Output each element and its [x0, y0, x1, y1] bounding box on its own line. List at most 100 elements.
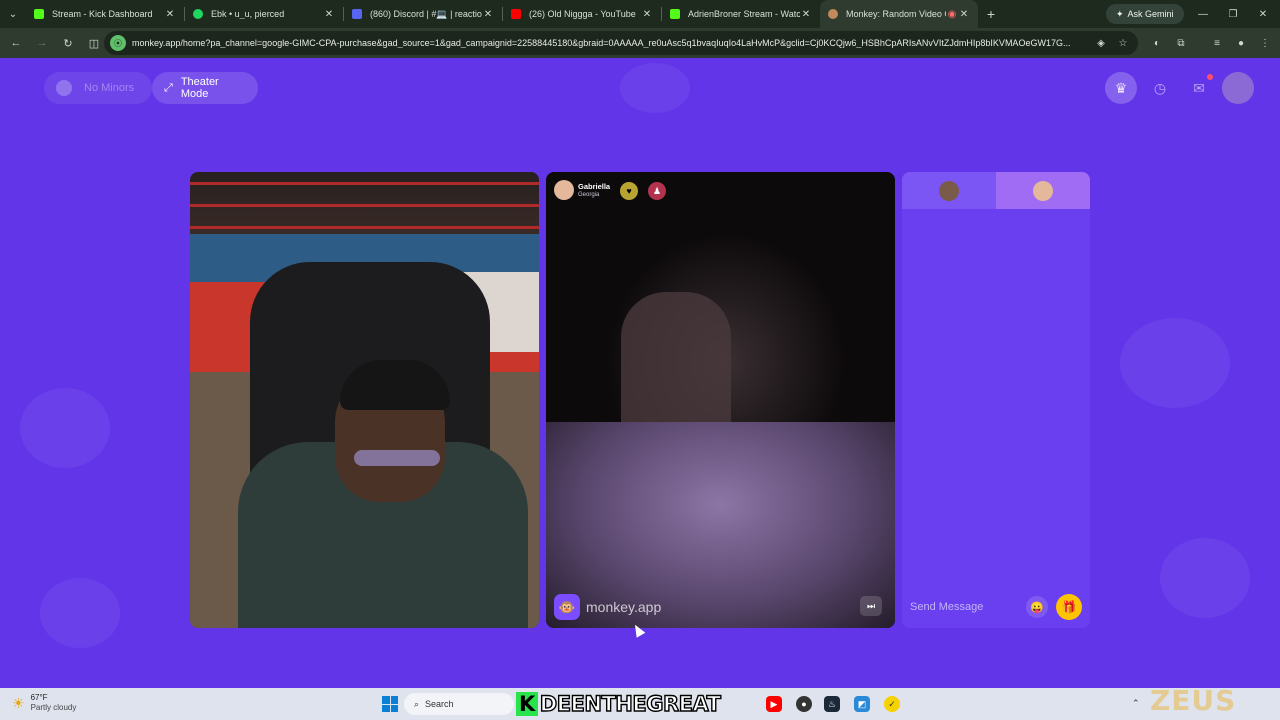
partly-cloudy-icon: ☀ — [12, 694, 25, 711]
kick-k-icon: K — [516, 692, 538, 716]
tab-youtube[interactable]: (26) Old Niggga - YouTube ✕ — [503, 0, 661, 28]
tab-monkey[interactable]: Monkey: Random Video Ch ◉ ✕ — [820, 0, 978, 28]
steam-taskbar-icon[interactable]: ♨ — [824, 696, 840, 712]
close-icon[interactable]: ✕ — [800, 9, 812, 20]
ask-gemini-label: Ask Gemini — [1127, 9, 1174, 19]
emoji-icon[interactable]: 😛 — [1026, 596, 1048, 618]
skip-icon[interactable]: ⏭ — [860, 596, 882, 616]
new-tab-icon[interactable]: + — [978, 6, 1004, 22]
remote-user-avatar — [554, 180, 574, 200]
tab-title: Ebk • u_u, pierced — [211, 9, 285, 19]
site-info-icon[interactable]: ⦿ — [110, 35, 126, 51]
weather-widget[interactable]: ☀ 67°F Partly cloudy — [12, 693, 76, 713]
history-icon[interactable]: ◷ — [1144, 72, 1176, 104]
youtube-icon — [511, 9, 521, 19]
menu-icon[interactable]: ⋮ — [1258, 36, 1272, 50]
profile-avatar[interactable] — [1222, 72, 1254, 104]
no-minors-icon — [56, 80, 72, 96]
obs-taskbar-icon[interactable]: ● — [796, 696, 812, 712]
crown-icon[interactable]: ♛ — [1105, 72, 1137, 104]
gift-icon[interactable]: 🎁 — [1056, 594, 1082, 620]
streamer-name: DEENTHEGREAT — [539, 691, 722, 716]
chat-icon[interactable]: ✉ — [1183, 72, 1215, 104]
window-close-icon[interactable]: ✕ — [1246, 0, 1280, 28]
ask-gemini-button[interactable]: ✦ Ask Gemini — [1106, 4, 1184, 24]
send-message-input[interactable] — [910, 601, 1024, 613]
monkey-brand: 🐵 monkey.app — [554, 594, 661, 620]
chat-input-bar: 😛 🎁 — [902, 586, 1090, 628]
reload-icon[interactable]: ↻ — [56, 31, 80, 55]
remote-user-tag[interactable]: Gabriella Georgia — [554, 180, 610, 200]
profile-badge-icon: ♟ — [648, 182, 666, 200]
sidebar-icon[interactable]: ◫ — [82, 31, 106, 55]
no-minors-toggle[interactable]: No Minors — [44, 72, 152, 104]
tab-spotify[interactable]: Ebk • u_u, pierced ✕ — [185, 0, 343, 28]
background-pattern — [40, 578, 120, 648]
extensions-icon[interactable]: ⧉ — [1174, 36, 1188, 50]
chat-panel: 😛 🎁 — [902, 172, 1090, 628]
search-icon: ⌕ — [414, 698, 420, 709]
url-text[interactable]: monkey.app/home?pa_channel=google-GIMC-C… — [132, 38, 1092, 48]
background-pattern — [1160, 538, 1250, 618]
youtube-taskbar-icon[interactable]: ▶ — [766, 696, 782, 712]
forward-icon[interactable]: → — [30, 31, 54, 55]
monkey-logo-icon: 🐵 — [554, 594, 580, 620]
close-icon[interactable]: ✕ — [164, 9, 176, 20]
remote-user-location: Georgia — [578, 191, 600, 198]
tab-title: (26) Old Niggga - YouTube — [529, 9, 636, 19]
self-avatar — [939, 180, 959, 201]
app-taskbar-icon[interactable]: ◩ — [854, 696, 870, 712]
minimize-icon[interactable]: — — [1186, 0, 1220, 28]
kick-icon — [670, 9, 680, 19]
browser-tab-bar: ⌄ Stream - Kick Dashboard ✕ Ebk • u_u, p… — [0, 0, 1280, 28]
brand-text: monkey.app — [586, 599, 662, 615]
remote-camera-feed: Gabriella Georgia ♥ ♟ 🐵 monkey.app ⏭ — [546, 172, 895, 628]
close-icon[interactable]: ✕ — [482, 9, 494, 20]
tab-search-chevron-icon[interactable]: ⌄ — [0, 0, 26, 28]
tray-chevron-icon[interactable]: ⌃ — [1132, 698, 1140, 709]
tab-title: AdrienBroner Stream - Watch L — [688, 9, 800, 19]
profile-extension-icon[interactable]: ◐ — [1150, 36, 1164, 50]
weather-temperature: 67°F — [30, 693, 48, 702]
streamer-overlay: K DEENTHEGREAT — [516, 691, 722, 717]
star-icon[interactable]: ☆ — [1116, 36, 1130, 50]
theater-mode-label: Theater Mode — [180, 76, 219, 100]
chat-tab-partner[interactable] — [996, 172, 1090, 209]
ring-rope — [190, 226, 539, 229]
back-icon[interactable]: ← — [4, 31, 28, 55]
close-icon[interactable]: ✕ — [958, 9, 970, 20]
tab-title: (860) Discord | #💻 | reactions — [370, 8, 482, 19]
media-control-icon[interactable]: ≡ — [1210, 36, 1224, 50]
chat-tab-self[interactable] — [902, 172, 996, 209]
discord-icon — [352, 9, 362, 19]
theater-mode-button[interactable]: ⤢ Theater Mode — [152, 72, 258, 104]
partner-avatar — [1033, 180, 1053, 201]
norton-taskbar-icon[interactable]: ✓ — [884, 696, 900, 712]
background-pattern — [1120, 318, 1230, 408]
heart-badge-icon: ♥ — [620, 182, 638, 200]
background-pattern — [620, 63, 690, 113]
address-bar[interactable]: ⦿ monkey.app/home?pa_channel=google-GIMC… — [104, 31, 1138, 55]
tab-kick-dashboard[interactable]: Stream - Kick Dashboard ✕ — [26, 0, 184, 28]
tab-discord[interactable]: (860) Discord | #💻 | reactions ✕ — [344, 0, 502, 28]
weather-description: Partly cloudy — [30, 703, 77, 712]
taskbar-search-label: Search — [425, 699, 454, 709]
windows-start-icon[interactable] — [382, 696, 398, 712]
close-icon[interactable]: ✕ — [641, 9, 653, 20]
tab-kick-stream[interactable]: AdrienBroner Stream - Watch L ✕ — [662, 0, 820, 28]
kick-icon — [34, 9, 44, 19]
recording-icon: ◉ — [947, 8, 957, 20]
local-camera-feed — [190, 172, 539, 628]
ring-rope — [190, 182, 539, 185]
maximize-icon[interactable]: ❐ — [1216, 0, 1250, 28]
tab-title: Stream - Kick Dashboard — [52, 9, 153, 19]
close-icon[interactable]: ✕ — [323, 9, 335, 20]
no-minors-label: No Minors — [84, 82, 135, 94]
zeus-watermark: ZEUS — [1150, 684, 1237, 717]
extension-shield-icon[interactable]: ◈ — [1094, 36, 1108, 50]
taskbar-search[interactable]: ⌕ Search — [404, 693, 514, 715]
profile-avatar-icon[interactable]: ● — [1234, 36, 1248, 50]
streamer-sunglasses — [354, 450, 440, 466]
spotify-icon — [193, 9, 203, 19]
tab-title: Monkey: Random Video Ch — [846, 9, 946, 19]
